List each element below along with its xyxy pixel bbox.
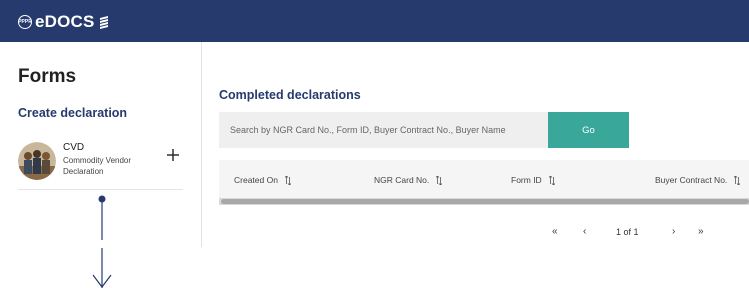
sort-icon [284,175,291,185]
cvd-avatar [18,142,56,180]
wheat-icon [99,16,108,29]
column-label: Buyer Contract No. [655,175,728,185]
table-header: Created On NGR Card No. Form ID Buyer Co… [219,160,749,198]
logo-text: eDOCS [35,12,95,31]
page-title: Forms [18,66,77,87]
plus-icon[interactable] [166,148,180,162]
sort-icon [548,175,555,185]
first-page-button[interactable]: « [552,226,558,237]
go-button[interactable]: Go [548,112,629,148]
sort-icon [734,175,741,185]
column-label: Form ID [511,175,542,185]
table-horizontal-scrollbar[interactable] [219,198,749,205]
scrollbar-thumb[interactable] [221,199,749,204]
sort-icon [436,175,443,185]
completed-declarations-heading: Completed declarations [219,88,361,102]
next-page-button[interactable]: › [672,226,675,237]
edocs-logo[interactable]: PPPR eDOCS [18,12,110,32]
column-buyer-contract-no[interactable]: Buyer Contract No. [655,175,741,185]
search-input[interactable] [219,112,548,148]
column-label: Created On [234,175,278,185]
column-ngr-card-no[interactable]: NGR Card No. [374,175,443,185]
logo-badge: PPPR [18,15,32,29]
column-form-id[interactable]: Form ID [511,175,555,185]
last-page-button[interactable]: » [698,226,704,237]
top-nav-bar: PPPR eDOCS [0,0,749,42]
create-declaration-heading: Create declaration [18,106,128,120]
cvd-description: Commodity Vendor Declaration [63,156,132,176]
page-info: 1 of 1 [616,227,639,237]
column-label: NGR Card No. [374,175,430,185]
cvd-declaration-item[interactable]: CVD Commodity Vendor Declaration [18,138,183,190]
annotation-arrow-icon [92,195,112,288]
cvd-title: CVD [63,142,85,153]
search-box [219,112,548,148]
column-created-on[interactable]: Created On [234,175,291,185]
prev-page-button[interactable]: ‹ [583,226,586,237]
